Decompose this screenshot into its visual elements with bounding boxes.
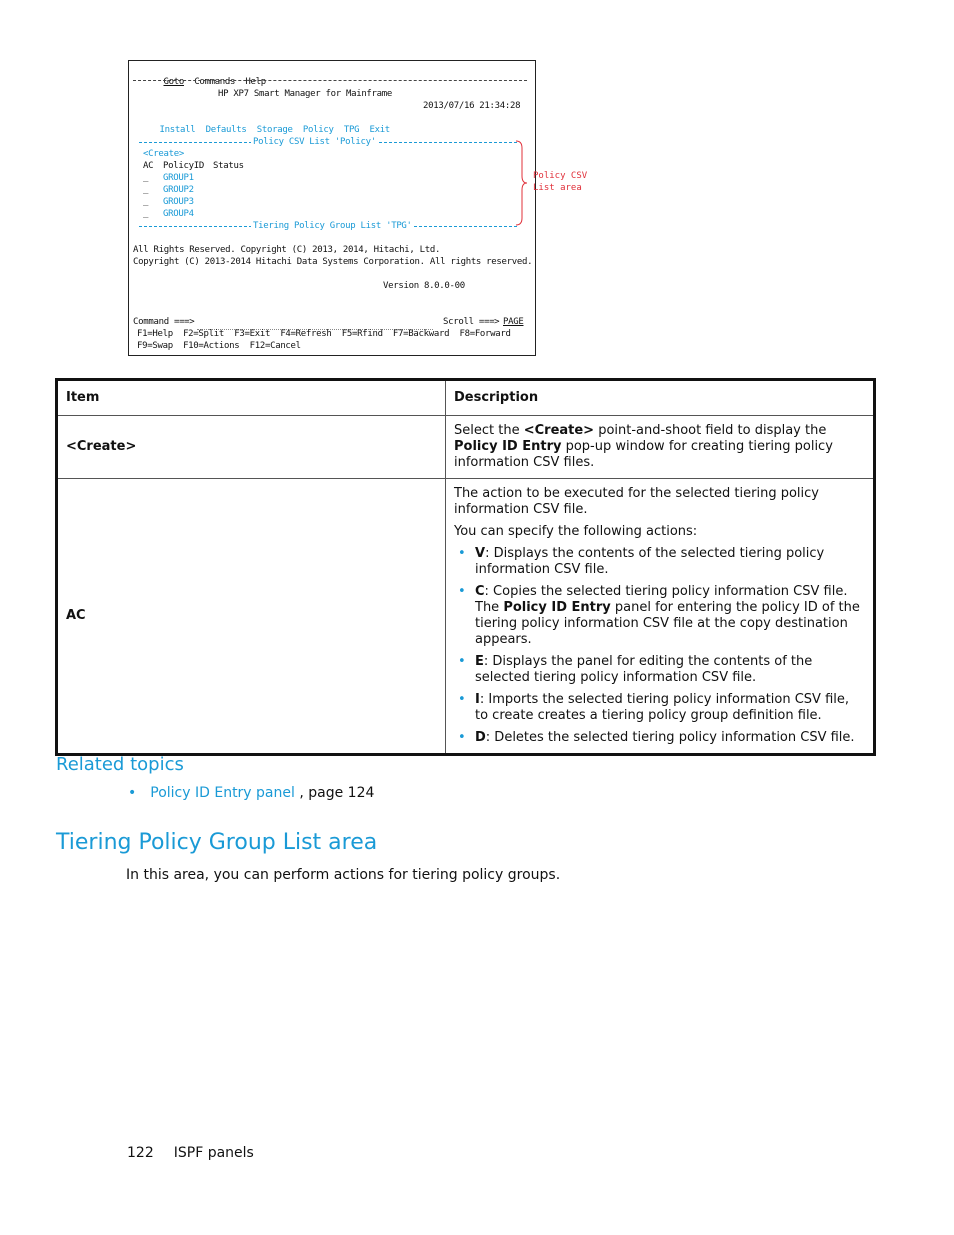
create-field[interactable]: <Create> bbox=[143, 148, 184, 160]
action-defaults[interactable]: Defaults bbox=[206, 125, 247, 135]
bullet-icon: • bbox=[458, 654, 466, 669]
row-policy-id: GROUP1 bbox=[163, 173, 194, 183]
list-item: • D: Deletes the selected tiering policy … bbox=[458, 730, 855, 745]
menu-help[interactable]: Help bbox=[245, 77, 266, 87]
action-list: • V: Displays the contents of the selecte… bbox=[454, 546, 865, 746]
row-ac-input[interactable]: _ bbox=[143, 196, 148, 208]
scroll-label: Scroll ===> bbox=[443, 317, 500, 327]
callout-label: Policy CSV List area bbox=[533, 170, 587, 194]
column-header-description: Description bbox=[445, 379, 875, 416]
page-number: 122 bbox=[127, 1145, 154, 1161]
menu-commands[interactable]: Commands bbox=[194, 77, 235, 87]
ispf-panel-screenshot: Goto Commands Help HP XP7 Smart Manager … bbox=[128, 60, 536, 356]
scroll-value[interactable]: PAGE bbox=[503, 316, 524, 328]
copyright-line-2: Copyright (C) 2013-2014 Hitachi Data Sys… bbox=[133, 257, 533, 267]
table-header-row: Item Description bbox=[56, 379, 875, 416]
chapter-label: ISPF panels bbox=[173, 1145, 254, 1161]
divider bbox=[133, 80, 527, 81]
list-item: • C: Copies the selected tiering policy i… bbox=[458, 584, 860, 647]
column-policyid: PolicyID bbox=[163, 161, 204, 171]
function-keys-line-2: F9=Swap F10=Actions F12=Cancel bbox=[137, 341, 301, 351]
bullet-icon: • bbox=[458, 546, 466, 561]
column-status: Status bbox=[213, 161, 244, 171]
list-item: • V: Displays the contents of the selecte… bbox=[458, 546, 825, 577]
row-ac-input[interactable]: _ bbox=[143, 172, 148, 184]
callout-line-1: Policy CSV bbox=[533, 171, 588, 181]
section-title: Tiering Policy Group List area bbox=[56, 830, 378, 855]
item-description-table: Item Description <Create> Select the <Cr… bbox=[55, 378, 876, 756]
column-ac: AC bbox=[143, 161, 154, 171]
action-tpg[interactable]: TPG bbox=[344, 125, 360, 135]
action-storage[interactable]: Storage bbox=[257, 125, 293, 135]
item-ac: AC bbox=[56, 478, 446, 755]
tpg-list-header: Tiering Policy Group List 'TPG' bbox=[251, 220, 414, 232]
item-create: <Create> bbox=[56, 415, 446, 479]
callout-line-2: List area bbox=[533, 183, 582, 193]
table-row: AC The action to be executed for the sel… bbox=[56, 478, 875, 755]
policy-list-header: Policy CSV List 'Policy' bbox=[251, 136, 378, 148]
column-header-item: Item bbox=[56, 379, 446, 416]
policy-id-entry-link[interactable]: Policy ID Entry panel bbox=[150, 785, 295, 801]
panel-datetime: 2013/07/16 21:34:28 bbox=[423, 101, 521, 111]
list-item: • E: Displays the panel for editing the c… bbox=[458, 654, 813, 685]
bullet-icon: • bbox=[458, 692, 466, 707]
related-topics-heading: Related topics bbox=[56, 754, 184, 775]
row-policy-id: GROUP4 bbox=[163, 209, 194, 219]
related-topic-item: • Policy ID Entry panel , page 124 bbox=[128, 785, 374, 801]
description-ac: The action to be executed for the select… bbox=[445, 478, 875, 755]
table-row: <Create> Select the <Create> point-and-s… bbox=[56, 415, 875, 479]
row-policy-id: GROUP3 bbox=[163, 197, 194, 207]
row-policy-id: GROUP2 bbox=[163, 185, 194, 195]
row-ac-input[interactable]: _ bbox=[143, 184, 148, 196]
ac-specify: You can specify the following actions: bbox=[454, 524, 698, 539]
page-footer: 122 ISPF panels bbox=[127, 1145, 254, 1161]
bullet-icon: • bbox=[458, 730, 466, 745]
version-text: Version 8.0.0-00 bbox=[383, 281, 465, 291]
bullet-icon: • bbox=[128, 785, 137, 801]
action-policy[interactable]: Policy bbox=[303, 125, 334, 135]
function-keys-line-1: F1=Help F2=Split F3=Exit F4=Refresh F5=R… bbox=[137, 329, 511, 339]
description-create: Select the <Create> point-and-shoot fiel… bbox=[445, 415, 875, 479]
list-item: • I: Imports the selected tiering policy … bbox=[458, 692, 850, 723]
row-ac-input[interactable]: _ bbox=[143, 208, 148, 220]
panel-title: HP XP7 Smart Manager for Mainframe bbox=[218, 89, 393, 99]
action-install[interactable]: Install bbox=[159, 125, 195, 135]
action-exit[interactable]: Exit bbox=[369, 125, 390, 135]
ac-intro: The action to be executed for the select… bbox=[454, 486, 819, 517]
menu-goto[interactable]: Goto bbox=[163, 77, 184, 87]
copyright-line-1: All Rights Reserved. Copyright (C) 2013,… bbox=[133, 245, 441, 255]
callout-brace-icon bbox=[515, 140, 528, 226]
bullet-icon: • bbox=[458, 584, 466, 599]
related-page-ref: , page 124 bbox=[294, 785, 375, 801]
section-body: In this area, you can perform actions fo… bbox=[126, 867, 561, 883]
command-label: Command ===> bbox=[133, 317, 195, 327]
